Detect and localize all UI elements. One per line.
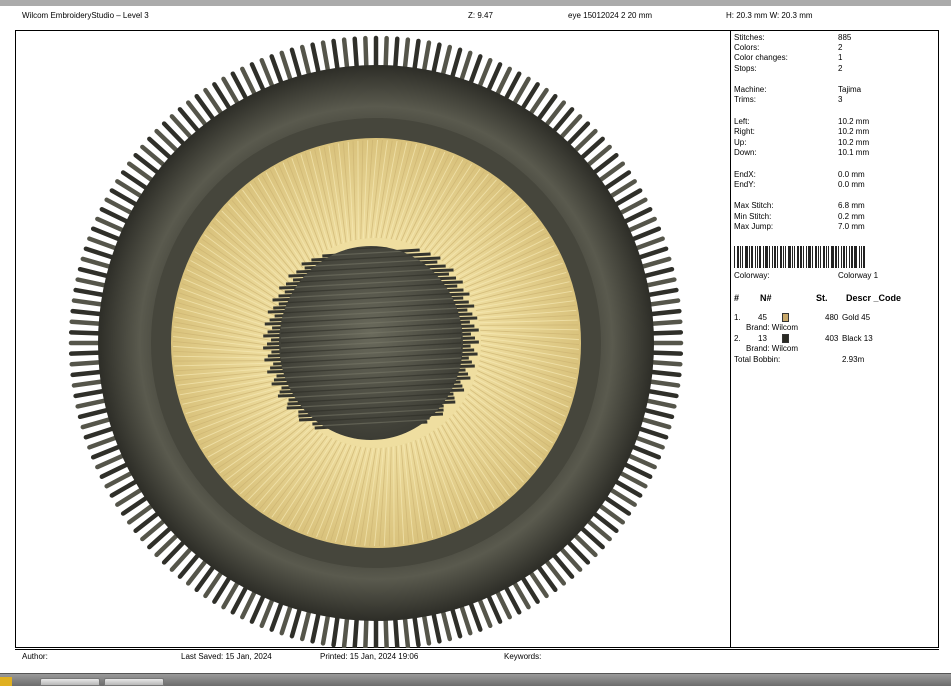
colorway-label: Colorway: — [734, 271, 770, 280]
stat-label: Colors: — [734, 43, 759, 52]
col-header-stitches: St. — [816, 293, 828, 303]
total-bobbin-value: 2.93m — [842, 355, 864, 364]
print-preview-sheet: Wilcom EmbroideryStudio – Level 3 Z: 9.4… — [0, 6, 951, 673]
stat-label: Trims: — [734, 95, 756, 104]
stat-label: Left: — [734, 117, 750, 126]
stat-value: 7.0 mm — [838, 222, 865, 231]
stat-value: 1 — [838, 53, 842, 62]
stat-label: Down: — [734, 148, 757, 157]
row1-color-swatch — [782, 313, 789, 322]
footer-divider — [15, 649, 939, 650]
footer-printed: Printed: 15 Jan, 2024 19:06 — [320, 652, 418, 661]
col-header-code: N# — [760, 293, 772, 303]
stat-label: Max Jump: — [734, 222, 773, 231]
row1-brand: Brand: Wilcom — [746, 323, 798, 332]
footer-last-saved: Last Saved: 15 Jan, 2024 — [181, 652, 272, 661]
stat-label: Right: — [734, 127, 755, 136]
footer-keywords: Keywords: — [504, 652, 541, 661]
stat-value: 3 — [838, 95, 842, 104]
stat-value: 0.2 mm — [838, 212, 865, 221]
stat-value: 10.2 mm — [838, 127, 869, 136]
stat-value: 0.0 mm — [838, 170, 865, 179]
frame-divider — [730, 30, 731, 648]
stat-label: EndX: — [734, 170, 756, 179]
stat-value: 885 — [838, 33, 851, 42]
col-header-descr: Descr _Code — [846, 293, 901, 303]
stat-value: 10.2 mm — [838, 117, 869, 126]
stat-value: 6.8 mm — [838, 201, 865, 210]
stat-label: Min Stitch: — [734, 212, 771, 221]
header-design-name: eye 15012024 2 20 mm — [568, 11, 652, 20]
embroidery-design-svg — [16, 31, 730, 648]
row2-stitches: 403 — [825, 334, 838, 343]
stat-value: 2 — [838, 43, 842, 52]
row1-code: 45 — [758, 313, 767, 322]
col-header-num: # — [734, 293, 739, 303]
stat-value: 10.1 mm — [838, 148, 869, 157]
stat-label: Up: — [734, 138, 746, 147]
footer-author: Author: — [22, 652, 48, 661]
row1-stitches: 480 — [825, 313, 838, 322]
colorway-value: Colorway 1 — [838, 271, 878, 280]
row2-brand: Brand: Wilcom — [746, 344, 798, 353]
stat-label: Stitches: — [734, 33, 765, 42]
row1-index: 1. — [734, 313, 741, 322]
taskbar — [0, 673, 951, 686]
design-preview — [16, 31, 730, 648]
barcode — [734, 246, 876, 268]
stat-label: EndY: — [734, 180, 755, 189]
total-bobbin-label: Total Bobbin: — [734, 355, 780, 364]
header-title: Wilcom EmbroideryStudio – Level 3 — [22, 11, 149, 20]
row2-color-swatch — [782, 334, 789, 343]
header-size: H: 20.3 mm W: 20.3 mm — [726, 11, 813, 20]
row1-descr: Gold 45 — [842, 313, 870, 322]
stat-value: Tajima — [838, 85, 861, 94]
stat-label: Max Stitch: — [734, 201, 774, 210]
row2-descr: Black 13 — [842, 334, 873, 343]
row2-index: 2. — [734, 334, 741, 343]
stat-value: 10.2 mm — [838, 138, 869, 147]
stat-label: Machine: — [734, 85, 766, 94]
row2-code: 13 — [758, 334, 767, 343]
stat-label: Color changes: — [734, 53, 788, 62]
stat-label: Stops: — [734, 64, 757, 73]
stat-value: 0.0 mm — [838, 180, 865, 189]
header-zoom: Z: 9.47 — [468, 11, 493, 20]
stat-value: 2 — [838, 64, 842, 73]
